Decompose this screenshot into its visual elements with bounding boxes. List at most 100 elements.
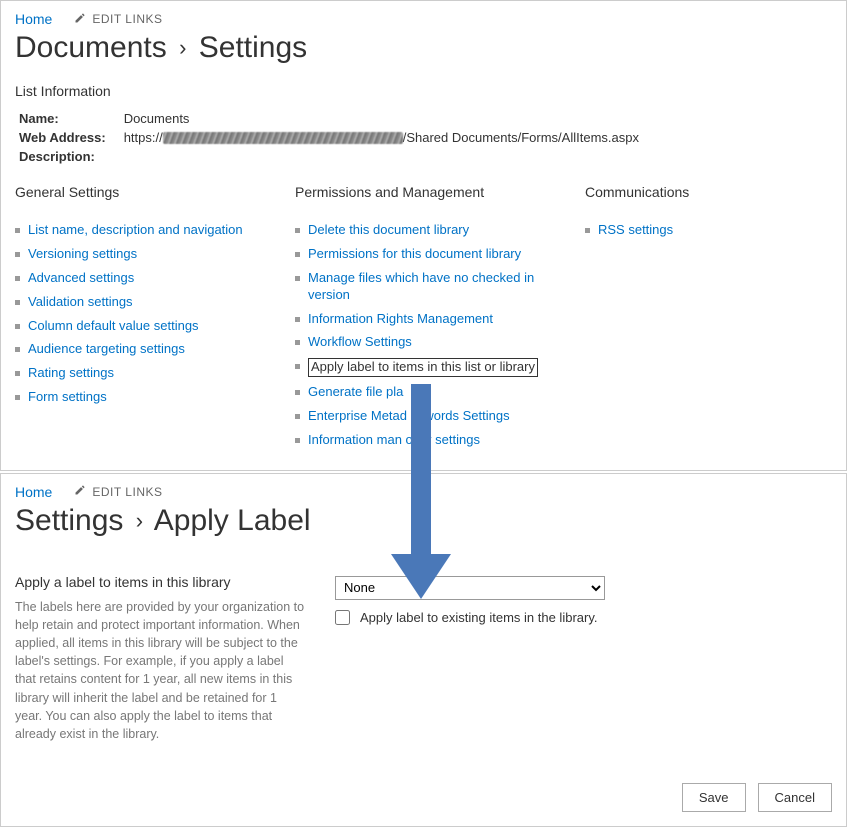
settings-link[interactable]: Audience targeting settings xyxy=(28,341,185,358)
bullet-icon xyxy=(15,324,20,329)
bullet-icon xyxy=(295,364,300,369)
edit-links-button[interactable]: EDIT LINKS xyxy=(74,12,162,27)
list-item: Permissions for this document library xyxy=(295,246,565,263)
bullet-icon xyxy=(295,317,300,322)
list-item: Column default value settings xyxy=(15,318,275,335)
title-left-2: Settings xyxy=(15,504,123,537)
settings-columns: General Settings List name, description … xyxy=(15,184,832,456)
list-item: Form settings xyxy=(15,389,275,406)
title-right: Settings xyxy=(199,31,307,64)
cancel-button[interactable]: Cancel xyxy=(758,783,832,812)
bullet-icon xyxy=(15,395,20,400)
permissions-management-list: Delete this document library Permissions … xyxy=(295,222,565,449)
list-item: Enterprise Metad eywords Settings xyxy=(295,408,565,425)
list-item: Delete this document library xyxy=(295,222,565,239)
bullet-icon xyxy=(15,276,20,281)
page-title: Documents › Settings xyxy=(15,31,832,65)
col-communications: Communications RSS settings xyxy=(585,184,785,456)
bullet-icon xyxy=(15,300,20,305)
list-item: Information man olicy settings xyxy=(295,432,565,449)
bullet-icon xyxy=(295,276,300,281)
communications-list: RSS settings xyxy=(585,222,785,239)
home-link[interactable]: Home xyxy=(15,11,52,27)
apply-label-controls: None Apply label to existing items in th… xyxy=(335,576,605,625)
settings-link[interactable]: Information man olicy settings xyxy=(308,432,480,449)
col-heading-general: General Settings xyxy=(15,184,275,200)
general-settings-list: List name, description and navigation Ver… xyxy=(15,222,275,406)
redacted-url xyxy=(163,132,403,144)
settings-panel: Home EDIT LINKS Documents › Settings Lis… xyxy=(0,0,847,471)
settings-link[interactable]: Validation settings xyxy=(28,294,133,311)
save-button[interactable]: Save xyxy=(682,783,746,812)
info-description-label: Description: xyxy=(19,147,124,166)
settings-link[interactable]: Delete this document library xyxy=(308,222,469,239)
bullet-icon xyxy=(15,371,20,376)
list-item: Versioning settings xyxy=(15,246,275,263)
settings-link[interactable]: Permissions for this document library xyxy=(308,246,521,263)
settings-link[interactable]: Form settings xyxy=(28,389,107,406)
bullet-icon xyxy=(15,228,20,233)
bullet-icon xyxy=(295,438,300,443)
list-item: Workflow Settings xyxy=(295,334,565,351)
col-general-settings: General Settings List name, description … xyxy=(15,184,275,456)
home-link-2[interactable]: Home xyxy=(15,484,52,500)
apply-existing-label: Apply label to existing items in the lib… xyxy=(360,610,597,625)
col-heading-communications: Communications xyxy=(585,184,785,200)
apply-existing-checkbox[interactable] xyxy=(335,610,350,625)
info-name-value: Documents xyxy=(124,109,657,128)
top-nav: Home EDIT LINKS xyxy=(15,11,832,27)
list-item: Manage files which have no checked in ve… xyxy=(295,270,565,304)
list-information-heading: List Information xyxy=(15,83,832,99)
bullet-icon xyxy=(15,347,20,352)
settings-link[interactable]: Generate file pla xyxy=(308,384,403,401)
settings-link[interactable]: Enterprise Metad eywords Settings xyxy=(308,408,510,425)
list-item: Apply label to items in this list or lib… xyxy=(295,358,565,377)
list-info-table: Name: Documents Web Address: https:///Sh… xyxy=(19,109,657,166)
list-item: Information Rights Management xyxy=(295,311,565,328)
list-item: Rating settings xyxy=(15,365,275,382)
bullet-icon xyxy=(295,414,300,419)
apply-label-description: Apply a label to items in this library T… xyxy=(15,556,305,743)
label-select[interactable]: None xyxy=(335,576,605,600)
settings-link[interactable]: RSS settings xyxy=(598,222,673,239)
bullet-icon xyxy=(15,252,20,257)
settings-link[interactable]: Versioning settings xyxy=(28,246,137,263)
bullet-icon xyxy=(585,228,590,233)
list-item: RSS settings xyxy=(585,222,785,239)
bullet-icon xyxy=(295,390,300,395)
list-item: Advanced settings xyxy=(15,270,275,287)
col-heading-permissions: Permissions and Management xyxy=(295,184,565,200)
settings-link[interactable]: List name, description and navigation xyxy=(28,222,243,239)
pencil-icon xyxy=(74,484,86,499)
bullet-icon xyxy=(295,252,300,257)
edit-links-label: EDIT LINKS xyxy=(92,485,162,499)
settings-link[interactable]: Rating settings xyxy=(28,365,114,382)
settings-link[interactable]: Advanced settings xyxy=(28,270,134,287)
col-permissions-management: Permissions and Management Delete this d… xyxy=(295,184,565,456)
settings-link[interactable]: Manage files which have no checked in ve… xyxy=(308,270,565,304)
settings-link[interactable]: Apply label to items in this list or lib… xyxy=(308,358,538,377)
edit-links-label: EDIT LINKS xyxy=(92,12,162,26)
bullet-icon xyxy=(295,340,300,345)
edit-links-button-2[interactable]: EDIT LINKS xyxy=(74,484,162,499)
dialog-buttons: Save Cancel xyxy=(15,783,832,812)
page-title-2: Settings › Apply Label xyxy=(15,504,832,538)
list-item: List name, description and navigation xyxy=(15,222,275,239)
settings-link[interactable]: Information Rights Management xyxy=(308,311,493,328)
breadcrumb-separator-icon: › xyxy=(175,35,190,60)
info-web-label: Web Address: xyxy=(19,128,124,147)
title-right-2: Apply Label xyxy=(154,504,311,537)
apply-label-panel: Home EDIT LINKS Settings › Apply Label A… xyxy=(0,473,847,827)
bullet-icon xyxy=(295,228,300,233)
list-item: Generate file pla xyxy=(295,384,565,401)
info-web-value: https:///Shared Documents/Forms/AllItems… xyxy=(124,128,657,147)
list-item: Validation settings xyxy=(15,294,275,311)
apply-label-subheading: Apply a label to items in this library xyxy=(15,574,305,590)
info-name-label: Name: xyxy=(19,109,124,128)
settings-link[interactable]: Workflow Settings xyxy=(308,334,412,351)
list-item: Audience targeting settings xyxy=(15,341,275,358)
apply-label-body: The labels here are provided by your org… xyxy=(15,598,305,743)
settings-link[interactable]: Column default value settings xyxy=(28,318,199,335)
top-nav-2: Home EDIT LINKS xyxy=(15,484,832,500)
title-left: Documents xyxy=(15,31,167,64)
